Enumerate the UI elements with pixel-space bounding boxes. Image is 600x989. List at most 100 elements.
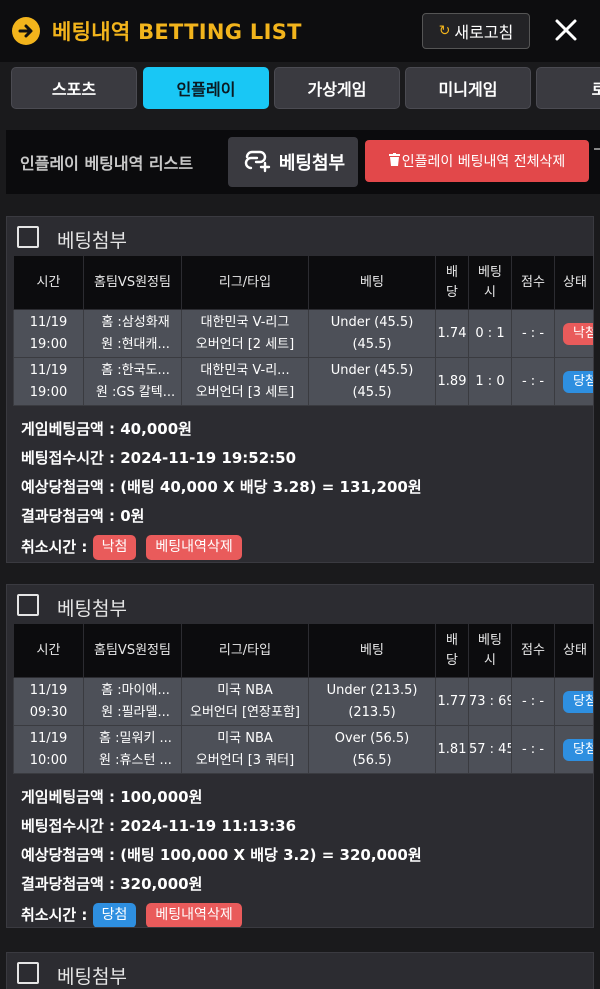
table-header-row: 시간 홈팀VS원정팀 리그/타입 베팅 배당 베팅시 점수 상태 xyxy=(13,623,593,678)
list-title: 인플레이 베팅내역 리스트 xyxy=(20,154,194,173)
card-title: 베팅첨부 xyxy=(57,230,127,252)
amount-label: 게임베팅금액 : xyxy=(21,420,121,438)
bet-score-cell: 1 : 0 xyxy=(468,357,512,406)
tab-more[interactable]: 로 xyxy=(536,67,600,109)
select-checkbox[interactable] xyxy=(17,226,39,248)
away-team: 원 :휴스턴 ... xyxy=(99,752,172,768)
bet-line: (45.5) xyxy=(352,384,392,400)
league-name: 대한민국 V-리그 xyxy=(200,314,290,330)
teams-cell: 홈 :한국도... 원 :GS 칼텍... xyxy=(83,357,182,406)
delete-all-label: 인플레이 베팅내역 전체삭제 xyxy=(401,154,566,170)
col-bet: 베팅 xyxy=(308,255,436,310)
bet-pick: Under (45.5) xyxy=(330,314,414,330)
home-team: 홈 :삼성화재 xyxy=(101,314,170,330)
bet-type: 오버언더 [3 세트] xyxy=(195,384,295,400)
result-value: 0원 xyxy=(120,507,145,525)
arrow-right-circle-icon xyxy=(12,17,40,45)
expected-label: 예상당첨금액 : xyxy=(21,846,121,864)
col-teams: 홈팀VS원정팀 xyxy=(83,255,182,310)
card-title: 베팅첨부 xyxy=(57,598,127,620)
league-cell: 대한민국 V-리... 오버언더 [3 세트] xyxy=(181,357,309,406)
col-status: 상태 xyxy=(554,255,593,310)
bet-score-cell: 73 : 69 xyxy=(468,677,512,726)
refresh-button[interactable]: ↻ 새로고침 xyxy=(422,13,530,49)
bet-cell: Under (45.5) (45.5) xyxy=(308,309,436,358)
close-icon[interactable] xyxy=(550,14,582,46)
odds-cell: 1.89 xyxy=(435,357,469,406)
col-bet: 베팅 xyxy=(308,623,436,678)
bet-card: 베팅첨부 시간 홈팀VS원정팀 리그/타입 베팅 배당 베팅시 점수 상태 11… xyxy=(6,216,594,563)
tab-sports[interactable]: 스포츠 xyxy=(11,67,137,109)
status-badge: 당첨 xyxy=(563,738,593,761)
odds-cell: 1.77 xyxy=(435,677,469,726)
status-badge: 당첨 xyxy=(563,370,593,393)
time-text: 19:00 xyxy=(29,384,68,400)
bet-type: 오버언더 [3 쿼터] xyxy=(195,752,295,768)
table-row: 11/19 19:00 홈 :삼성화재원 :현대캐... 대한민국 V-리그 오버언… xyxy=(13,309,593,358)
result-label: 결과당첨금액 : xyxy=(21,875,121,893)
league-name: 대한민국 V-리... xyxy=(200,362,290,378)
league-cell: 미국 NBA 오버언더 [3 쿼터] xyxy=(181,725,309,774)
summary-cancel: 취소시간 : 당첨 베팅내역삭제 xyxy=(21,899,422,927)
bet-type: 오버언더 [연장포함] xyxy=(190,704,300,720)
page-title: 베팅내역 BETTING LIST xyxy=(52,20,302,44)
list-toolbar: 인플레이 베팅내역 리스트 베팅첨부 인플레이 베팅내역 전체삭제 xyxy=(6,130,600,194)
result-badge: 당첨 xyxy=(92,903,137,927)
away-team: 원 :GS 칼텍... xyxy=(95,384,176,400)
tab-inplay[interactable]: 인플레이 xyxy=(143,67,269,109)
col-score: 점수 xyxy=(511,623,555,678)
date-text: 11/19 xyxy=(29,682,68,698)
delete-all-button[interactable]: 인플레이 베팅내역 전체삭제 xyxy=(365,140,589,182)
date-text: 11/19 xyxy=(29,730,68,746)
bet-line: (56.5) xyxy=(352,752,392,768)
select-checkbox[interactable] xyxy=(17,594,39,616)
cancel-label: 취소시간 : xyxy=(21,906,93,924)
attach-bet-button[interactable]: 베팅첨부 xyxy=(228,137,358,187)
expected-label: 예상당첨금액 : xyxy=(21,478,121,496)
category-tabs: 스포츠 인플레이 가상게임 미니게임 로 xyxy=(0,62,600,114)
result-label: 결과당첨금액 : xyxy=(21,507,121,525)
time-cell: 11/19 09:30 xyxy=(13,677,84,726)
time-cell: 11/19 19:00 xyxy=(13,357,84,406)
col-status: 상태 xyxy=(554,623,593,678)
summary-result: 결과당첨금액 : 0원 xyxy=(21,502,422,531)
table-row: 11/19 19:00 홈 :한국도... 원 :GS 칼텍... 대한민국 V-리… xyxy=(13,357,593,406)
refresh-label: 새로고침 xyxy=(454,23,514,42)
score-cell: - : - xyxy=(511,357,555,406)
bet-table: 시간 홈팀VS원정팀 리그/타입 베팅 배당 베팅시 점수 상태 11/19 09… xyxy=(13,623,593,774)
tab-mini-game[interactable]: 미니게임 xyxy=(405,67,531,109)
bet-summary: 게임베팅금액 : 40,000원 베팅접수시간 : 2024-11-19 19:… xyxy=(21,415,422,562)
tab-virtual-game[interactable]: 가상게임 xyxy=(274,67,400,109)
received-label: 베팅접수시간 : xyxy=(21,817,121,835)
status-cell: 당첨 xyxy=(554,677,593,726)
delete-bet-button[interactable]: 베팅내역삭제 xyxy=(146,903,242,927)
time-text: 09:30 xyxy=(29,704,68,720)
teams-cell: 홈 :밀워키 ... 원 :휴스턴 ... xyxy=(83,725,182,774)
home-team: 홈 :한국도... xyxy=(101,362,170,378)
summary-expected: 예상당첨금액 : (배팅 100,000 X 배당 3.2) = 320,000… xyxy=(21,841,422,870)
away-team: 원 :현대캐... xyxy=(101,336,170,352)
summary-received: 베팅접수시간 : 2024-11-19 19:52:50 xyxy=(21,444,422,473)
select-checkbox[interactable] xyxy=(17,962,39,984)
link-add-icon xyxy=(241,147,271,178)
bet-table: 시간 홈팀VS원정팀 리그/타입 베팅 배당 베팅시 점수 상태 11/19 19… xyxy=(13,255,593,406)
delete-bet-button[interactable]: 베팅내역삭제 xyxy=(146,535,242,560)
time-cell: 11/19 19:00 xyxy=(13,309,84,358)
status-badge: 당첨 xyxy=(563,690,593,713)
bet-cell: Under (213.5) (213.5) xyxy=(308,677,436,726)
result-badge: 낙첨 xyxy=(92,535,137,560)
col-time: 시간 xyxy=(13,623,84,678)
expected-value: (배팅 40,000 X 배당 3.28) = 131,200원 xyxy=(120,478,422,496)
league-cell: 미국 NBA 오버언더 [연장포함] xyxy=(181,677,309,726)
league-cell: 대한민국 V-리그 오버언더 [2 세트] xyxy=(181,309,309,358)
attach-bet-label: 베팅첨부 xyxy=(278,153,346,174)
summary-expected: 예상당첨금액 : (배팅 40,000 X 배당 3.28) = 131,200… xyxy=(21,473,422,502)
col-time: 시간 xyxy=(13,255,84,310)
score-cell: - : - xyxy=(511,677,555,726)
table-header-row: 시간 홈팀VS원정팀 리그/타입 베팅 배당 베팅시 점수 상태 xyxy=(13,255,593,310)
amount-value: 40,000원 xyxy=(120,420,192,438)
odds-cell: 1.74 xyxy=(435,309,469,358)
summary-cancel: 취소시간 : 낙첨 베팅내역삭제 xyxy=(21,531,422,562)
bet-cell: Under (45.5) (45.5) xyxy=(308,357,436,406)
bet-line: (213.5) xyxy=(348,704,396,720)
